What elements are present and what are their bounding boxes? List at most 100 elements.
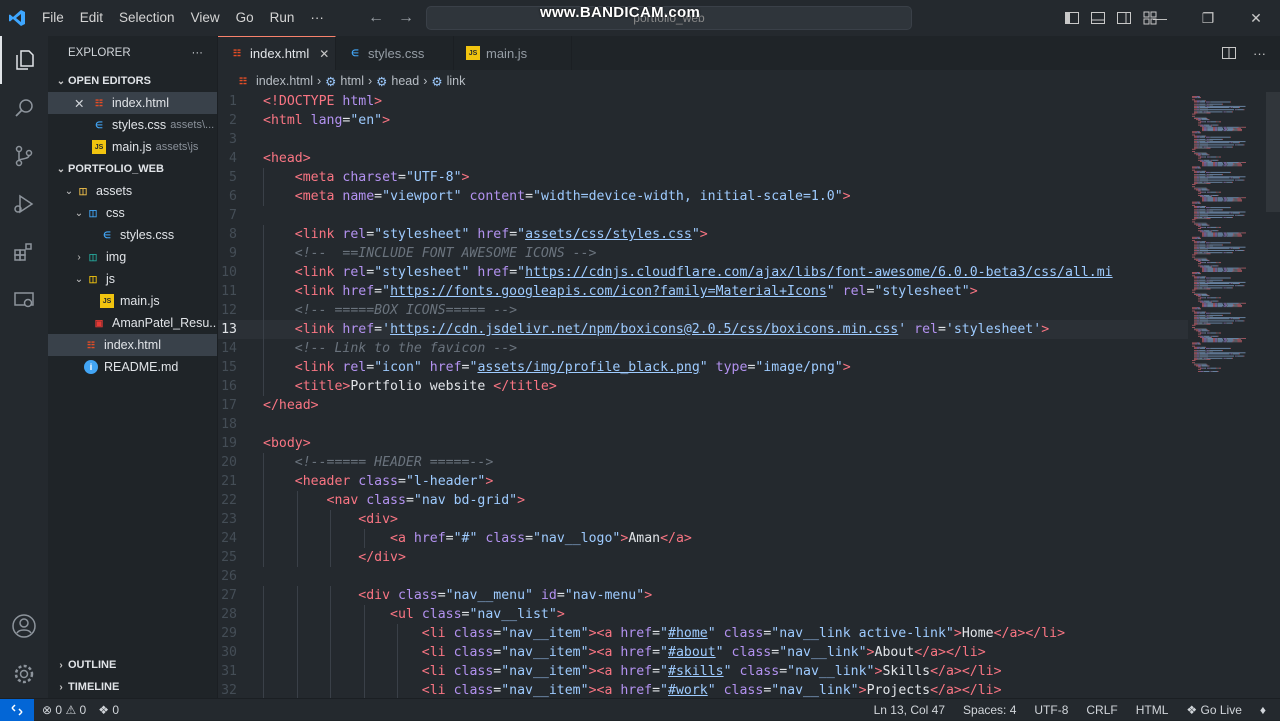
remote-indicator-icon[interactable]	[0, 698, 34, 721]
code-line[interactable]: 21 <header class="l-header">	[218, 472, 1188, 491]
menu-more[interactable]: ···	[302, 0, 332, 36]
code-line[interactable]: 30 <li class="nav__item"><a href="#about…	[218, 643, 1188, 662]
code-token: =	[556, 588, 565, 603]
settings-gear-icon[interactable]	[0, 650, 48, 698]
code-token: class	[453, 683, 494, 698]
extensions-icon[interactable]	[0, 228, 48, 276]
split-editor-icon[interactable]	[1221, 45, 1237, 61]
back-arrow-icon[interactable]: ←	[368, 9, 384, 27]
toggle-sidebar-icon[interactable]	[1064, 10, 1080, 26]
menu-selection[interactable]: Selection	[111, 0, 183, 36]
code-line[interactable]: 26	[218, 567, 1188, 586]
explorer-icon[interactable]	[0, 36, 48, 84]
open-editor-item[interactable]: ∈ styles.css assets\...	[48, 114, 217, 136]
notifications-bell-icon[interactable]: ♦	[1260, 703, 1266, 717]
breadcrumb-head[interactable]: head	[391, 74, 419, 88]
code-line[interactable]: 19 <body>	[218, 434, 1188, 453]
tree-file-index[interactable]: ☷ index.html	[48, 334, 217, 356]
cursor-position[interactable]: Ln 13, Col 47	[874, 703, 945, 717]
menu-edit[interactable]: Edit	[72, 0, 111, 36]
breadcrumb-file[interactable]: index.html	[256, 74, 313, 88]
menu-run[interactable]: Run	[262, 0, 303, 36]
code-editor[interactable]: 1 <!DOCTYPE html> 2 <html lang="en"> 3 4 <head…	[218, 92, 1188, 698]
tree-folder-css[interactable]: ⌄ ◫ css	[48, 202, 217, 224]
close-icon[interactable]: ✕	[319, 47, 329, 61]
line-ending[interactable]: CRLF	[1086, 703, 1117, 717]
code-line[interactable]: 16 <title>Portfolio website </title>	[218, 377, 1188, 396]
code-line[interactable]: 10 <link rel="stylesheet" href="https://…	[218, 263, 1188, 282]
code-line[interactable]: 3	[218, 130, 1188, 149]
breadcrumb-html[interactable]: html	[340, 74, 364, 88]
outline-section[interactable]: › OUTLINE	[48, 654, 218, 676]
menu-go[interactable]: Go	[228, 0, 262, 36]
code-line[interactable]: 28 <ul class="nav__list">	[218, 605, 1188, 624]
code-line[interactable]: 14 <!-- Link to the favicon -->	[218, 339, 1188, 358]
code-line[interactable]: 32 <li class="nav__item"><a href="#work"…	[218, 681, 1188, 698]
tree-folder-js[interactable]: ⌄ ◫ js	[48, 268, 217, 290]
code-line[interactable]: 18	[218, 415, 1188, 434]
forward-arrow-icon[interactable]: →	[398, 9, 414, 27]
open-editor-item[interactable]: JS main.js assets\js	[48, 136, 217, 158]
open-editors-section[interactable]: ⌄ OPEN EDITORS	[48, 70, 217, 92]
code-line[interactable]: 4 <head>	[218, 149, 1188, 168]
timeline-section[interactable]: › TIMELINE	[48, 676, 218, 698]
more-actions-icon[interactable]: ···	[192, 47, 204, 59]
more-actions-icon[interactable]: ···	[1253, 46, 1266, 61]
code-line[interactable]: 9 <!-- ==INCLUDE FONT AWESOME ICONS -->	[218, 244, 1188, 263]
tree-file-readme[interactable]: i README.md	[48, 356, 217, 378]
code-line[interactable]: 29 <li class="nav__item"><a href="#home"…	[218, 624, 1188, 643]
go-live-button[interactable]: ❖ Go Live	[1186, 703, 1241, 717]
encoding[interactable]: UTF-8	[1034, 703, 1068, 717]
menu-view[interactable]: View	[183, 0, 228, 36]
tab-main-js[interactable]: JS main.js	[454, 36, 572, 70]
code-line[interactable]: 15 <link rel="icon" href="assets/img/pro…	[218, 358, 1188, 377]
code-line[interactable]: 6 <meta name="viewport" content="width=d…	[218, 187, 1188, 206]
scrollbar-thumb[interactable]	[1266, 92, 1280, 212]
code-line[interactable]: 11 <link href="https://fonts.googleapis.…	[218, 282, 1188, 301]
code-line[interactable]: 23 <div>	[218, 510, 1188, 529]
source-control-icon[interactable]	[0, 132, 48, 180]
run-debug-icon[interactable]	[0, 180, 48, 228]
menu-file[interactable]: File	[34, 0, 72, 36]
close-window-icon[interactable]: ✕	[1232, 0, 1280, 36]
tree-file-mainjs[interactable]: JS main.js	[48, 290, 217, 312]
code-line[interactable]: 7	[218, 206, 1188, 225]
tree-folder-img[interactable]: › ◫ img	[48, 246, 217, 268]
code-line[interactable]: 8 <link rel="stylesheet" href="assets/cs…	[218, 225, 1188, 244]
language-mode[interactable]: HTML	[1136, 703, 1169, 717]
minimap[interactable]	[1190, 92, 1266, 372]
tab-index-html[interactable]: ☷ index.html ✕	[218, 36, 336, 70]
toggle-secondary-sidebar-icon[interactable]	[1116, 10, 1132, 26]
code-line[interactable]: 25 </div>	[218, 548, 1188, 567]
open-editor-item[interactable]: ✕ ☷ index.html	[48, 92, 217, 114]
code-line[interactable]: 1 <!DOCTYPE html>	[218, 92, 1188, 111]
tab-styles-css[interactable]: ∈ styles.css	[336, 36, 454, 70]
code-line[interactable]: 13 <link href='https://cdn.jsdelivr.net/…	[218, 320, 1188, 339]
vertical-scrollbar[interactable]	[1266, 92, 1280, 698]
project-section[interactable]: ⌄ PORTFOLIO_WEB	[48, 158, 217, 180]
tree-file-resume[interactable]: ▣ AmanPatel_Resu...	[48, 312, 217, 334]
toggle-panel-icon[interactable]	[1090, 10, 1106, 26]
code-line[interactable]: 31 <li class="nav__item"><a href="#skill…	[218, 662, 1188, 681]
minimap-mark	[1207, 322, 1222, 324]
breadcrumb-link[interactable]: link	[447, 74, 466, 88]
code-line[interactable]: 17 </head>	[218, 396, 1188, 415]
ports-indicator[interactable]: ❖ 0	[98, 703, 119, 717]
code-line[interactable]: 22 <nav class="nav bd-grid">	[218, 491, 1188, 510]
search-icon[interactable]	[0, 84, 48, 132]
restore-icon[interactable]: ❐	[1184, 0, 1232, 36]
minimize-icon[interactable]: —	[1136, 0, 1184, 36]
code-line[interactable]: 12 <!-- =====BOX ICONS===== -->	[218, 301, 1188, 320]
problems-indicator[interactable]: ⊗ 0 ⚠ 0	[42, 703, 86, 717]
code-line[interactable]: 24 <a href="#" class="nav__logo">Aman</a…	[218, 529, 1188, 548]
indentation[interactable]: Spaces: 4	[963, 703, 1016, 717]
tree-file-styles[interactable]: ∈ styles.css	[48, 224, 217, 246]
code-line[interactable]: 20 <!--===== HEADER =====-->	[218, 453, 1188, 472]
tree-folder-assets[interactable]: ⌄ ◫ assets	[48, 180, 217, 202]
close-icon[interactable]: ✕	[74, 96, 88, 111]
code-line[interactable]: 27 <div class="nav__menu" id="nav-menu">	[218, 586, 1188, 605]
remote-explorer-icon[interactable]	[0, 276, 48, 324]
code-line[interactable]: 2 <html lang="en">	[218, 111, 1188, 130]
code-line[interactable]: 5 <meta charset="UTF-8">	[218, 168, 1188, 187]
account-icon[interactable]	[0, 602, 48, 650]
